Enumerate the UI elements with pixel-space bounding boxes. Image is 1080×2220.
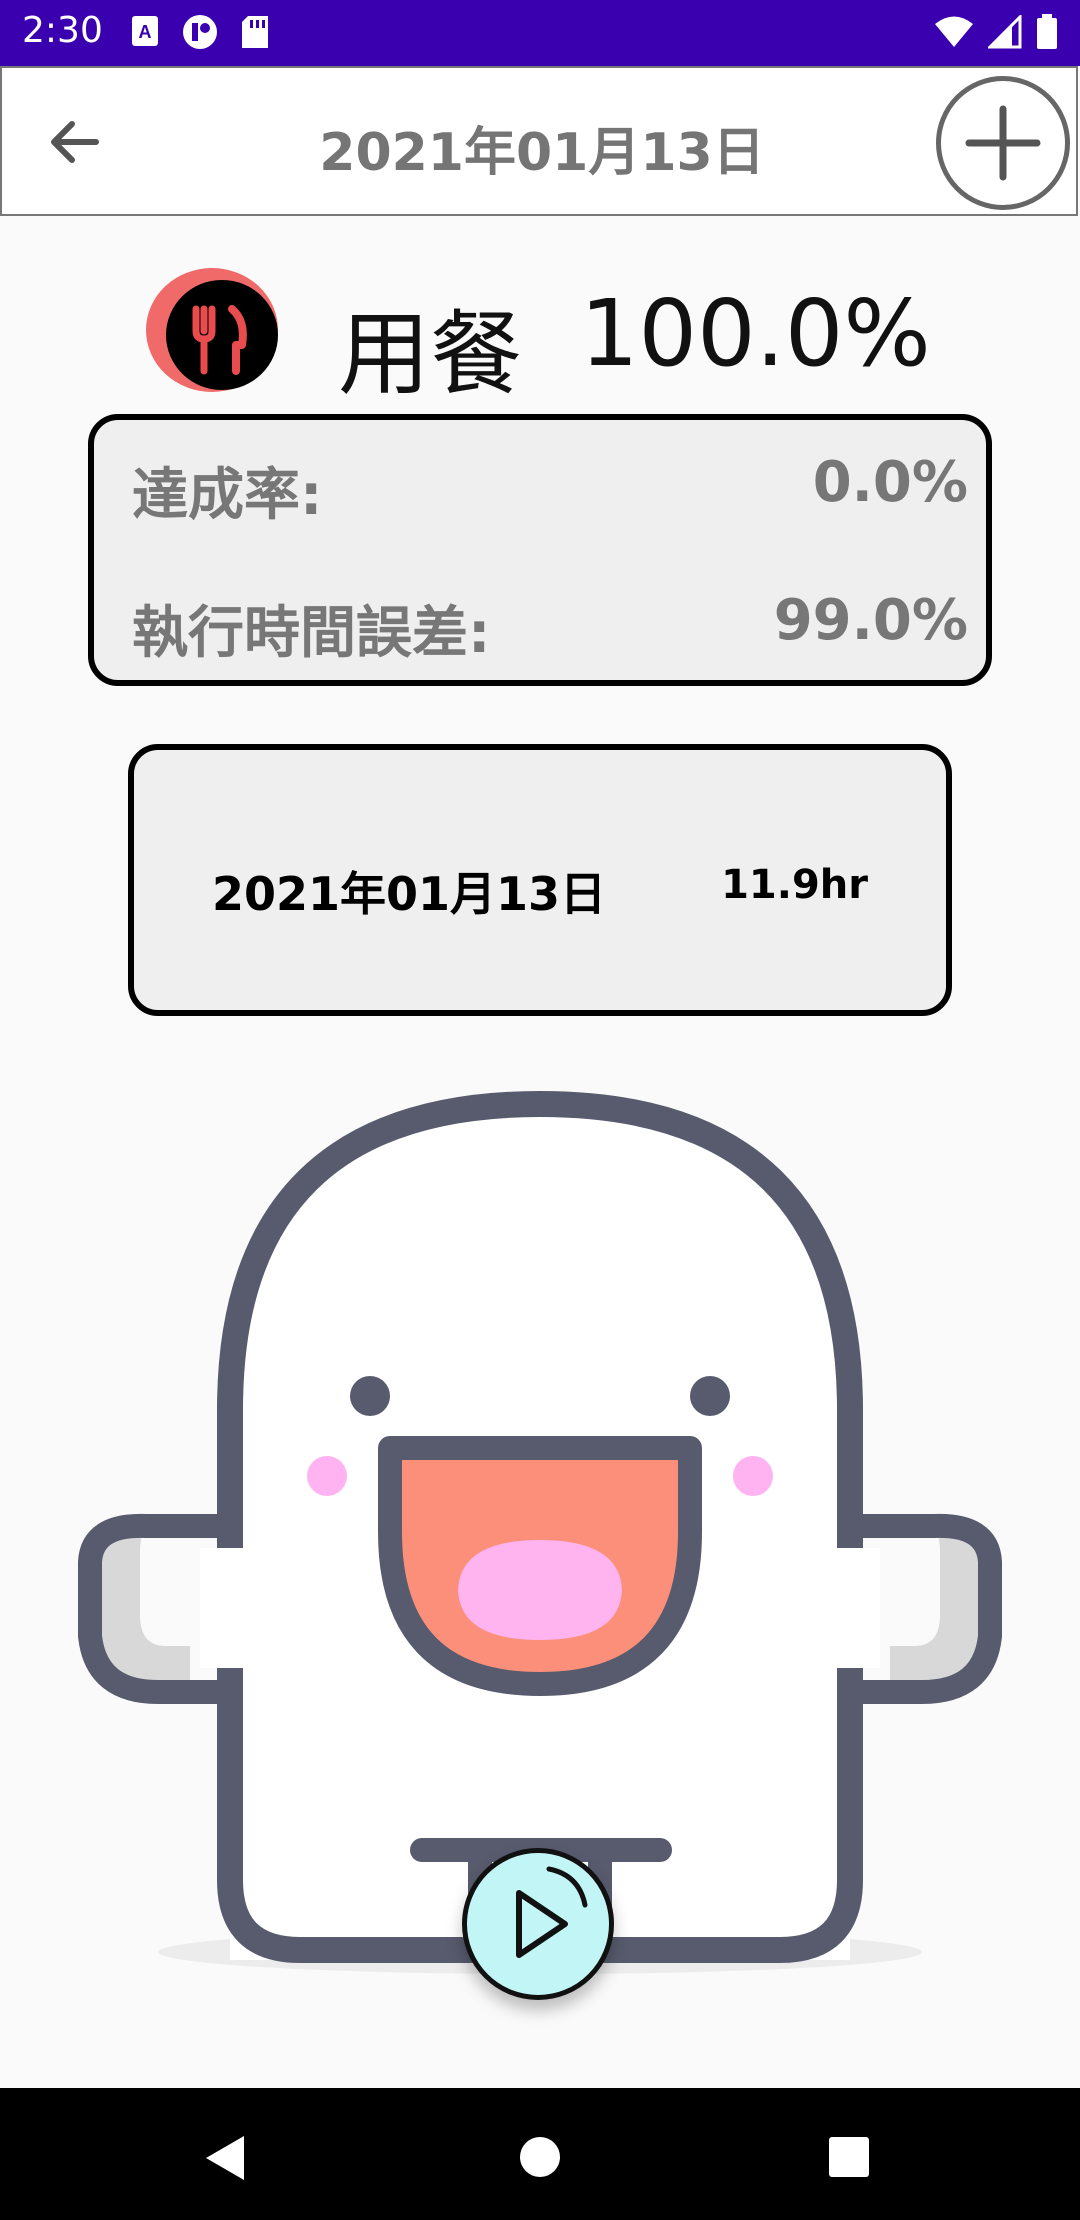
nav-back-icon[interactable]	[204, 2134, 248, 2182]
status-time: 2:30	[22, 10, 103, 51]
fork-knife-icon	[146, 268, 278, 392]
category-icon	[146, 265, 286, 395]
record-card[interactable]: 2021年01月13日 11.9hr	[128, 744, 952, 1016]
back-button[interactable]	[42, 112, 112, 172]
category-percent: 100.0%	[580, 280, 931, 387]
battery-icon	[1037, 14, 1057, 49]
achievement-rate-value: 0.0%	[812, 450, 968, 515]
nav-home-icon[interactable]	[519, 2136, 561, 2178]
app-bar: 2021年01月13日	[0, 66, 1078, 216]
status-system-icons	[934, 14, 1058, 50]
time-error-value: 99.0%	[773, 588, 968, 653]
time-error-label: 執行時間誤差:	[132, 601, 491, 666]
page-title: 2021年01月13日	[319, 123, 765, 183]
signal-icon	[988, 15, 1022, 49]
wifi-icon	[935, 16, 973, 47]
achievement-rate-label: 達成率:	[132, 463, 323, 528]
stats-card: 達成率: 0.0% 執行時間誤差: 99.0%	[88, 414, 992, 686]
status-bar: 2:30 A	[0, 0, 1080, 66]
status-notifications: A	[130, 14, 270, 50]
svg-text:A: A	[139, 22, 152, 42]
arrow-left-icon	[51, 121, 99, 163]
a-notification-icon: A	[132, 16, 158, 46]
category-name: 用餐	[338, 301, 523, 408]
play-button[interactable]	[462, 1848, 614, 2000]
record-date: 2021年01月13日	[212, 867, 607, 921]
plus-circle-icon	[965, 105, 1041, 181]
add-button[interactable]	[936, 76, 1070, 210]
record-hours: 11.9hr	[721, 862, 868, 908]
app-notification-icon	[183, 15, 217, 49]
system-nav-bar	[0, 2088, 1080, 2220]
sd-card-icon	[242, 16, 268, 48]
play-icon	[516, 1866, 588, 1958]
nav-recents-icon[interactable]	[828, 2136, 870, 2178]
